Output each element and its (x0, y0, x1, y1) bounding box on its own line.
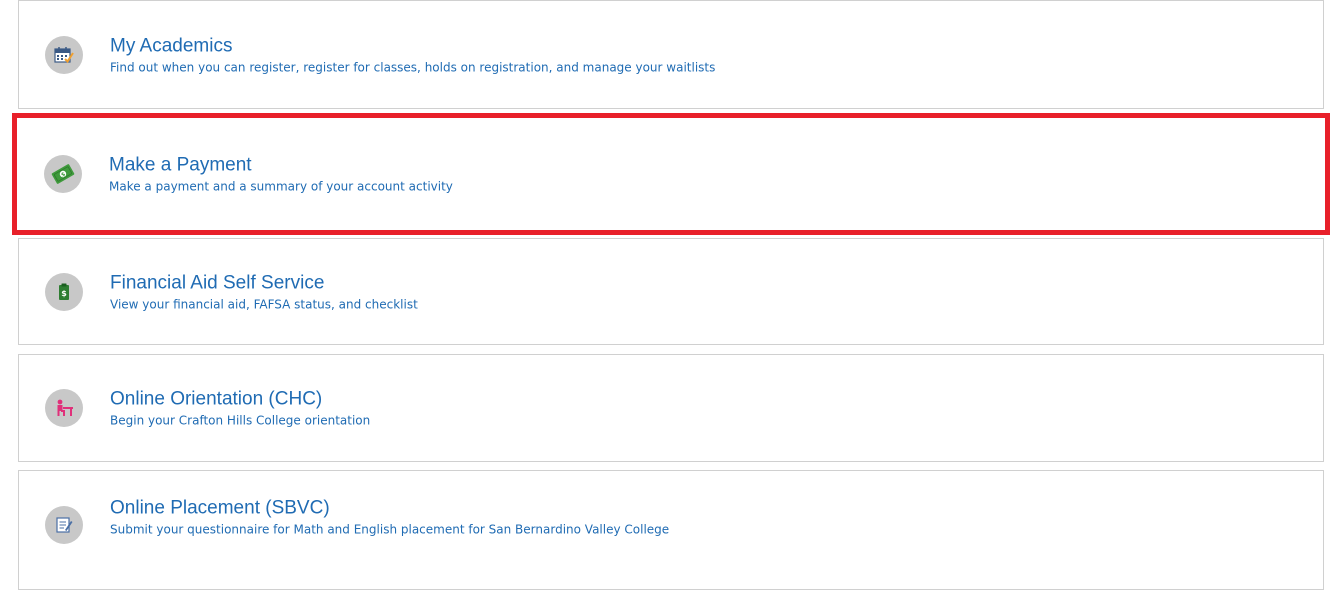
card-description: Submit your questionnaire for Math and E… (110, 522, 670, 537)
card-online-placement[interactable]: Online Placement (SBVC) Submit your ques… (18, 470, 1324, 590)
card-title[interactable]: Financial Aid Self Service (110, 271, 418, 294)
card-title[interactable]: Make a Payment (109, 154, 453, 177)
card-online-orientation[interactable]: Online Orientation (CHC) Begin your Craf… (18, 354, 1324, 462)
card-make-a-payment[interactable]: $ Make a Payment Make a payment and a su… (12, 113, 1330, 235)
card-description: Begin your Crafton Hills College orienta… (110, 413, 371, 428)
calendar-icon (45, 35, 83, 74)
card-description: Make a payment and a summary of your acc… (109, 179, 453, 194)
card-my-academics[interactable]: My Academics Find out when you can regis… (18, 0, 1324, 109)
student-desk-icon (45, 389, 83, 427)
card-title[interactable]: Online Placement (SBVC) (110, 497, 669, 520)
card-description: Find out when you can register, register… (110, 60, 716, 74)
money-icon: $ (44, 155, 82, 193)
card-title[interactable]: My Academics (110, 34, 715, 57)
questionnaire-icon (45, 506, 83, 544)
svg-text:$: $ (61, 289, 67, 298)
card-description: View your financial aid, FAFSA status, a… (110, 297, 418, 311)
card-title[interactable]: Online Orientation (CHC) (110, 388, 370, 411)
card-financial-aid[interactable]: $ Financial Aid Self Service View your f… (18, 238, 1324, 345)
financial-aid-icon: $ (45, 272, 83, 311)
